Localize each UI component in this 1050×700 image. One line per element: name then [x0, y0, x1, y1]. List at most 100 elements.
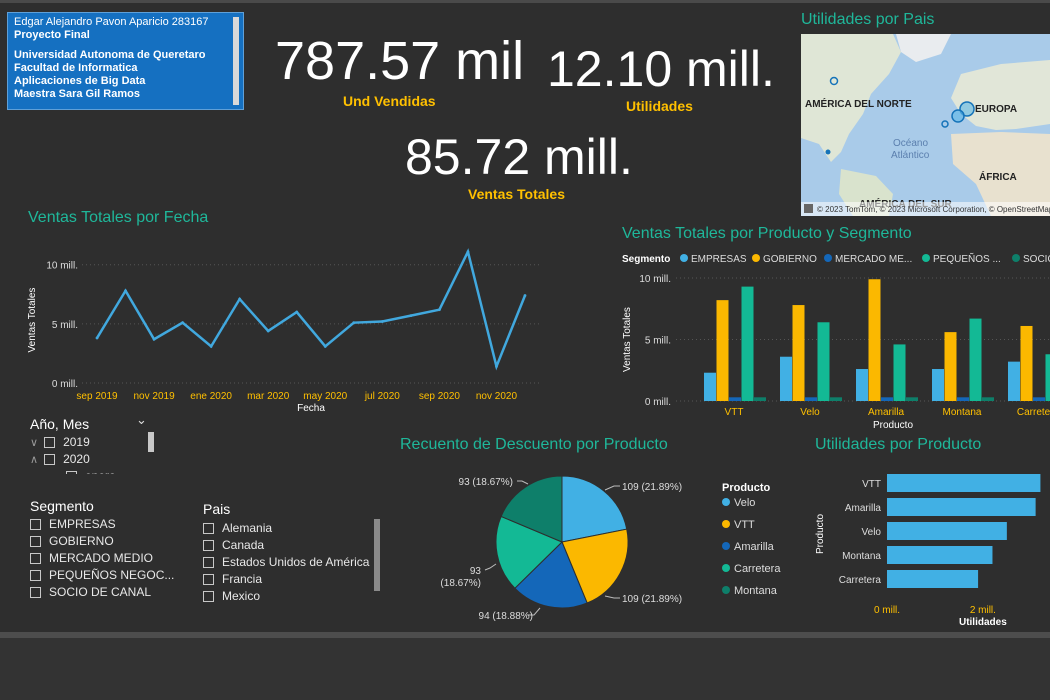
checkbox[interactable] [203, 574, 214, 586]
bar [805, 397, 817, 401]
x-tick-label: may 2020 [303, 391, 347, 402]
bar [792, 305, 805, 401]
data-point [438, 308, 441, 312]
checkbox[interactable] [66, 471, 77, 474]
checkbox[interactable] [44, 454, 56, 466]
bar [729, 397, 741, 401]
bar [856, 369, 868, 401]
checkbox[interactable] [30, 587, 41, 599]
legend-label: GOBIERNO [763, 254, 817, 265]
pie-data-label: 94 (18.88%) [479, 611, 533, 622]
country-item[interactable]: Estados Unidos de América [203, 554, 369, 571]
y-tick-label: 5 mill. [52, 320, 78, 331]
label-ocean-1: Océano [893, 138, 928, 149]
data-point [295, 310, 299, 314]
data-point [95, 336, 99, 340]
checkbox[interactable] [203, 523, 214, 535]
discount-pie-chart[interactable]: 109 (21.89%) 109 (21.89%) 94 (18.88%) 93(18… [400, 458, 800, 628]
segment-item[interactable]: SOCIO DE CANAL [30, 584, 174, 601]
x-axis-title: Fecha [297, 403, 325, 414]
country-item[interactable]: Francia [203, 571, 369, 588]
legend-label: Velo [734, 497, 755, 509]
france-bubble[interactable] [951, 109, 965, 123]
line-chart-title: Ventas Totales por Fecha [28, 209, 209, 226]
bar [741, 286, 754, 401]
leader-line [604, 485, 620, 491]
data-point [380, 320, 384, 323]
mexico-bubble[interactable] [825, 149, 831, 155]
bar [944, 332, 957, 401]
legend-title: Producto [722, 482, 771, 494]
legend-label: PEQUEÑOS ... [933, 252, 1001, 265]
country-item[interactable]: Canada [203, 537, 369, 554]
legend-label: Montana [734, 585, 778, 597]
segment-item-label: SOCIO DE CANAL [49, 585, 152, 599]
x-tick-label: 2 mill. [970, 605, 996, 616]
info-scrollbar[interactable] [233, 17, 239, 105]
bar [1045, 354, 1050, 401]
data-point [495, 365, 498, 368]
units-sold-label: Und Vendidas [343, 93, 436, 109]
segment-bar-chart[interactable]: Segmento EMPRESAS GOBIERNO MERCADO ME... PEQ… [618, 245, 1050, 430]
legend-dot [1012, 254, 1020, 262]
country-item-label: Mexico [222, 589, 261, 603]
legend-label: Amarilla [734, 541, 775, 553]
profit-label: Utilidades [626, 98, 693, 114]
data-point [323, 344, 327, 348]
country-item[interactable]: Alemania [203, 520, 369, 537]
segment-slicer-title: Segmento [30, 498, 94, 514]
report-canvas: Edgar Alejandro Pavon Aparicio 283167 Pr… [0, 0, 1050, 700]
bar [932, 369, 944, 401]
data-point [181, 321, 185, 325]
y-tick-label: Montana [842, 551, 881, 562]
info-textbox[interactable]: Edgar Alejandro Pavon Aparicio 283167 Pr… [7, 12, 244, 110]
date-slicer-title: Año, Mes [30, 416, 90, 432]
checkbox[interactable] [203, 591, 214, 603]
checkbox[interactable] [203, 540, 214, 552]
bar [754, 397, 766, 401]
segment-item[interactable]: PEQUEÑOS NEGOC... [30, 567, 174, 584]
bar [830, 397, 842, 401]
checkbox[interactable] [30, 519, 41, 531]
segment-item[interactable]: GOBIERNO [30, 533, 174, 550]
checkbox[interactable] [30, 570, 41, 582]
course-line: Aplicaciones de Big Data [14, 75, 146, 87]
hbar [887, 522, 1007, 540]
map-copyright: © 2023 TomTom, © 2023 Microsoft Corporat… [817, 205, 1050, 214]
checkbox[interactable] [30, 536, 41, 548]
checkbox[interactable] [30, 553, 41, 565]
legend-label: VTT [734, 519, 755, 531]
data-point [152, 337, 156, 341]
date-item-2020[interactable]: ∧ 2020 [30, 451, 170, 468]
date-item-label: 2019 [63, 435, 90, 449]
country-slicer-scrollbar[interactable] [374, 519, 380, 591]
chevron-down-icon[interactable]: ⌄ [136, 412, 147, 428]
bar [957, 397, 969, 401]
legend-label: EMPRESAS [691, 254, 747, 265]
chevron-right-icon[interactable]: ∨ [30, 437, 38, 449]
hbar [887, 546, 993, 564]
date-item-month[interactable]: enero [30, 468, 170, 474]
chevron-up-icon[interactable]: ∧ [30, 454, 38, 466]
x-axis-title: Utilidades [959, 617, 1007, 628]
checkbox[interactable] [44, 437, 56, 449]
checkbox[interactable] [203, 557, 214, 569]
x-tick-label: nov 2020 [476, 391, 518, 402]
country-item[interactable]: Mexico [203, 588, 369, 605]
bar [881, 397, 893, 401]
segment-item[interactable]: MERCADO MEDIO [30, 550, 174, 567]
legend-dot [824, 254, 832, 262]
segment-item[interactable]: EMPRESAS [30, 516, 174, 533]
profit-map[interactable]: AMÉRICA DEL NORTE EUROPA Océano Atlántic… [801, 34, 1050, 216]
line-chart[interactable]: 0 mill. 5 mill. 10 mill. sep 2019 nov 2019 en… [20, 235, 550, 420]
profit-hbar-chart[interactable]: VTT Amarilla Velo Montana Carretera 0 mill. 2 … [805, 462, 1050, 632]
y-tick-label: 0 mill. [645, 397, 671, 408]
bar-chart-title: Ventas Totales por Producto y Segmento [622, 225, 912, 242]
segment-item-label: PEQUEÑOS NEGOC... [49, 568, 175, 582]
pie-data-label: (18.67%) [440, 578, 481, 589]
country-slicer-title: Pais [203, 501, 231, 517]
date-slicer-scrollbar[interactable] [148, 432, 154, 452]
x-axis-title: Producto [873, 420, 913, 430]
bar [817, 322, 830, 401]
label-europe: EUROPA [975, 104, 1017, 115]
